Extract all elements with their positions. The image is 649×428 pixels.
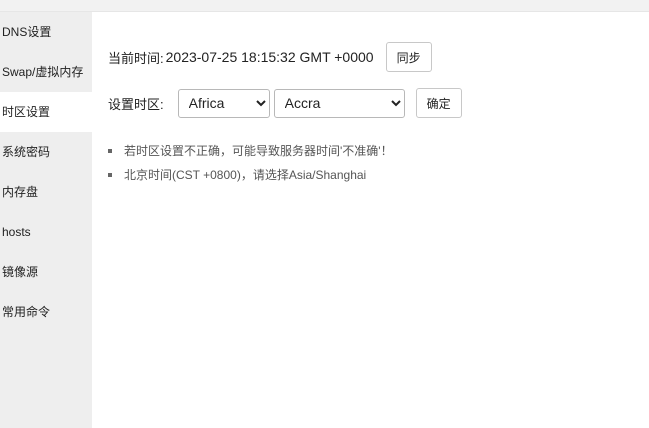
top-bar [0,0,649,12]
list-item: 北京时间(CST +0800)，请选择Asia/Shanghai [108,163,393,187]
timezone-row: 设置时区: Africa Accra 确定 [108,88,462,118]
tip-text: 北京时间(CST +0800)，请选择Asia/Shanghai [124,168,367,182]
timezone-city-select[interactable]: Accra [273,88,405,118]
sidebar-item-dns[interactable]: DNS设置 [0,12,92,52]
current-time-value: 2023-07-25 18:15:32 GMT +0000 [165,49,374,65]
sidebar: DNS设置 Swap/虚拟内存 时区设置 系统密码 内存盘 hosts 镜像源 … [0,12,92,428]
current-time-row: 当前时间: 2023-07-25 18:15:32 GMT +0000 同步 [108,42,432,72]
sidebar-item-password[interactable]: 系统密码 [0,132,92,172]
sidebar-item-hosts[interactable]: hosts [0,212,92,252]
list-item: 若时区设置不正确，可能导致服务器时间'不准确'！ [108,139,393,163]
bullet-icon [108,173,112,177]
sidebar-item-commands[interactable]: 常用命令 [0,292,92,332]
tip-text: 若时区设置不正确，可能导致服务器时间'不准确'！ [124,144,393,158]
sync-button[interactable]: 同步 [385,42,432,72]
confirm-button[interactable]: 确定 [415,88,462,118]
timezone-region-select[interactable]: Africa [177,88,270,118]
sidebar-item-timezone[interactable]: 时区设置 [0,92,92,132]
sidebar-item-mirror[interactable]: 镜像源 [0,252,92,292]
tips-list: 若时区设置不正确，可能导致服务器时间'不准确'！ 北京时间(CST +0800)… [108,139,393,187]
sidebar-item-ramdisk[interactable]: 内存盘 [0,172,92,212]
current-time-label: 当前时间: [108,50,164,66]
bullet-icon [108,149,112,153]
timezone-label: 设置时区: [108,96,164,112]
main-panel: 当前时间: 2023-07-25 18:15:32 GMT +0000 同步 设… [92,12,649,428]
sidebar-item-swap[interactable]: Swap/虚拟内存 [0,52,92,92]
